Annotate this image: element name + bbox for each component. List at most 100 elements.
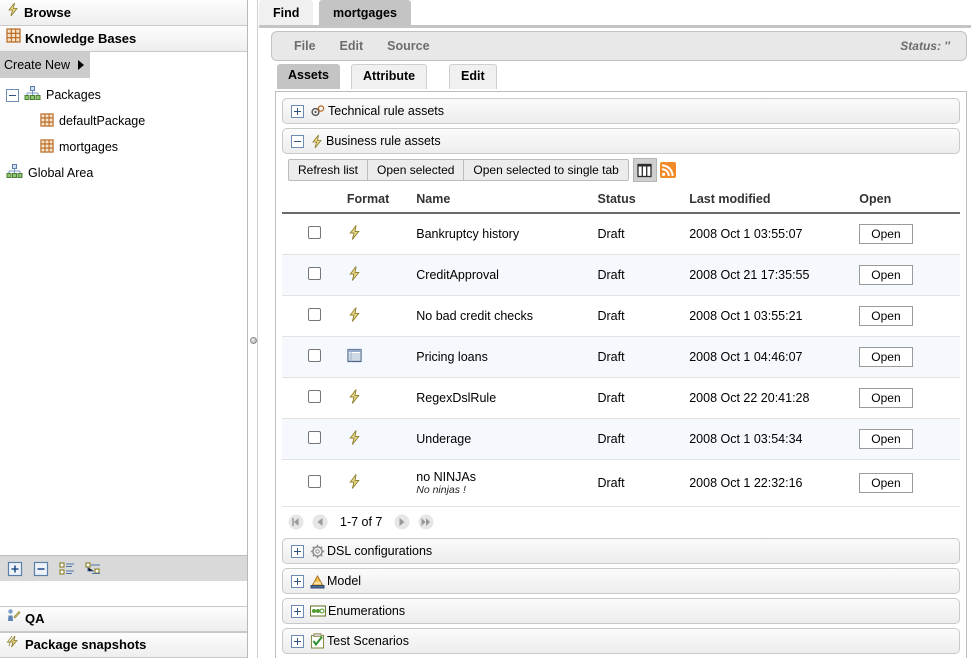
top-tab-mortgages[interactable]: mortgages (319, 0, 411, 28)
row-modified-cell: 2008 Oct 1 03:55:07 (689, 213, 859, 255)
col-last-modified[interactable]: Last modified (689, 188, 859, 213)
sidebar-item-knowledge-bases[interactable]: Knowledge Bases (0, 26, 247, 52)
row-status-cell: Draft (597, 419, 689, 460)
row-format-cell (347, 255, 416, 296)
table-row[interactable]: CreditApprovalDraft2008 Oct 21 17:35:55O… (282, 255, 960, 296)
table-row[interactable]: No bad credit checksDraft2008 Oct 1 03:5… (282, 296, 960, 337)
last-page-icon[interactable] (418, 514, 434, 530)
tree-node-label: Packages (46, 88, 101, 102)
collapse-all-icon[interactable] (33, 561, 49, 577)
sidebar-browse-label: Browse (24, 0, 71, 26)
row-open-cell: Open (859, 296, 960, 337)
accordion-model[interactable]: Model (282, 568, 960, 594)
sidebar-snapshots-label: Package snapshots (25, 632, 146, 658)
open-selected-button[interactable]: Open selected (367, 159, 463, 181)
lightning-icon (310, 134, 324, 149)
refresh-list-button[interactable]: Refresh list (288, 159, 367, 181)
row-checkbox[interactable] (308, 475, 321, 488)
row-open-cell: Open (859, 255, 960, 296)
table-row[interactable]: Bankruptcy historyDraft2008 Oct 1 03:55:… (282, 213, 960, 255)
row-format-cell (347, 460, 416, 507)
row-checkbox[interactable] (308, 349, 321, 362)
menu-edit[interactable]: Edit (328, 39, 376, 53)
create-new-button[interactable]: Create New (0, 52, 90, 78)
row-format-cell (347, 213, 416, 255)
rule-icon (347, 312, 362, 326)
table-row[interactable]: Pricing loansDraft2008 Oct 1 04:46:07Ope… (282, 337, 960, 378)
row-select-cell (282, 460, 347, 507)
package-tree: Packages defaultPackagemortgagesGlobal Ar… (0, 78, 247, 186)
menu-file[interactable]: File (282, 39, 328, 53)
row-checkbox[interactable] (308, 267, 321, 280)
open-button[interactable]: Open (859, 265, 912, 285)
open-selected-single-tab-button[interactable]: Open selected to single tab (463, 159, 628, 181)
row-checkbox[interactable] (308, 226, 321, 239)
row-checkbox[interactable] (308, 308, 321, 321)
row-status-cell: Draft (597, 460, 689, 507)
table-row[interactable]: RegexDslRuleDraft2008 Oct 22 20:41:28Ope… (282, 378, 960, 419)
accordion-test-scenarios[interactable]: Test Scenarios (282, 628, 960, 654)
rule-icon (347, 394, 362, 408)
row-name-label: Bankruptcy history (416, 227, 519, 241)
qa-icon (6, 606, 21, 632)
sub-tab-edit[interactable]: Edit (449, 64, 497, 89)
sidebar-item-package-snapshots[interactable]: Package snapshots (0, 632, 247, 658)
list-view-icon[interactable] (59, 561, 75, 577)
open-button[interactable]: Open (859, 306, 912, 326)
panel-splitter[interactable] (248, 0, 258, 658)
row-status-cell: Draft (597, 255, 689, 296)
sub-tab-assets[interactable]: Assets (277, 64, 340, 89)
accordion-toggle-icon[interactable] (291, 545, 304, 558)
accordion-business-rule-assets[interactable]: Business rule assets (282, 128, 960, 154)
accordion-enumerations[interactable]: Enumerations (282, 598, 960, 624)
accordion-label: Business rule assets (326, 134, 441, 148)
accordion-toggle-icon[interactable] (291, 575, 304, 588)
table-row[interactable]: UnderageDraft2008 Oct 1 03:54:34Open (282, 419, 960, 460)
tree-node-packages[interactable]: Packages (0, 82, 247, 108)
accordion-label: DSL configurations (327, 544, 432, 558)
splitter-grip-icon[interactable] (250, 337, 257, 344)
accordion-dsl-configurations[interactable]: DSL configurations (282, 538, 960, 564)
row-format-cell (347, 419, 416, 460)
col-status[interactable]: Status (597, 188, 689, 213)
col-format[interactable]: Format (347, 188, 416, 213)
open-button[interactable]: Open (859, 473, 912, 493)
rule-icon (347, 479, 362, 493)
accordion-toggle-icon[interactable] (291, 135, 304, 148)
rss-icon[interactable] (660, 162, 676, 178)
row-checkbox[interactable] (308, 390, 321, 403)
columns-icon[interactable] (633, 158, 657, 182)
assets-table: Format Name Status Last modified Open Ba… (282, 188, 960, 507)
col-name[interactable]: Name (416, 188, 597, 213)
tree-node-defaultpackage[interactable]: defaultPackage (0, 108, 247, 134)
accordion-toggle-icon[interactable] (291, 635, 304, 648)
enumerations-icon (310, 604, 326, 618)
open-button[interactable]: Open (859, 224, 912, 244)
tree-toggle-icon[interactable] (6, 89, 19, 102)
row-name-label: CreditApproval (416, 268, 499, 282)
open-button[interactable]: Open (859, 429, 912, 449)
tree-node-global-area[interactable]: Global Area (0, 160, 247, 186)
top-tab-find[interactable]: Find (259, 0, 313, 28)
expand-all-icon[interactable] (7, 561, 23, 577)
top-tab-bar: mortgagesFind (259, 0, 971, 28)
rule-icon (347, 230, 362, 244)
accordion-toggle-icon[interactable] (291, 605, 304, 618)
sidebar-item-qa[interactable]: QA (0, 606, 247, 632)
table-row[interactable]: no NINJAsNo ninjas !Draft2008 Oct 1 22:3… (282, 460, 960, 507)
menu-source[interactable]: Source (375, 39, 441, 53)
previous-page-icon[interactable] (312, 514, 328, 530)
accordion-toggle-icon[interactable] (291, 105, 304, 118)
open-button[interactable]: Open (859, 388, 912, 408)
tree-node-mortgages[interactable]: mortgages (0, 134, 247, 160)
row-open-cell: Open (859, 460, 960, 507)
accordion-technical-rule-assets[interactable]: Technical rule assets (282, 98, 960, 124)
tree-view-icon[interactable] (85, 561, 101, 577)
open-button[interactable]: Open (859, 347, 912, 367)
first-page-icon[interactable] (288, 514, 304, 530)
row-select-cell (282, 213, 347, 255)
next-page-icon[interactable] (394, 514, 410, 530)
row-checkbox[interactable] (308, 431, 321, 444)
sub-tab-attribute[interactable]: Attribute (351, 64, 427, 89)
sidebar-item-browse[interactable]: Browse (0, 0, 247, 26)
